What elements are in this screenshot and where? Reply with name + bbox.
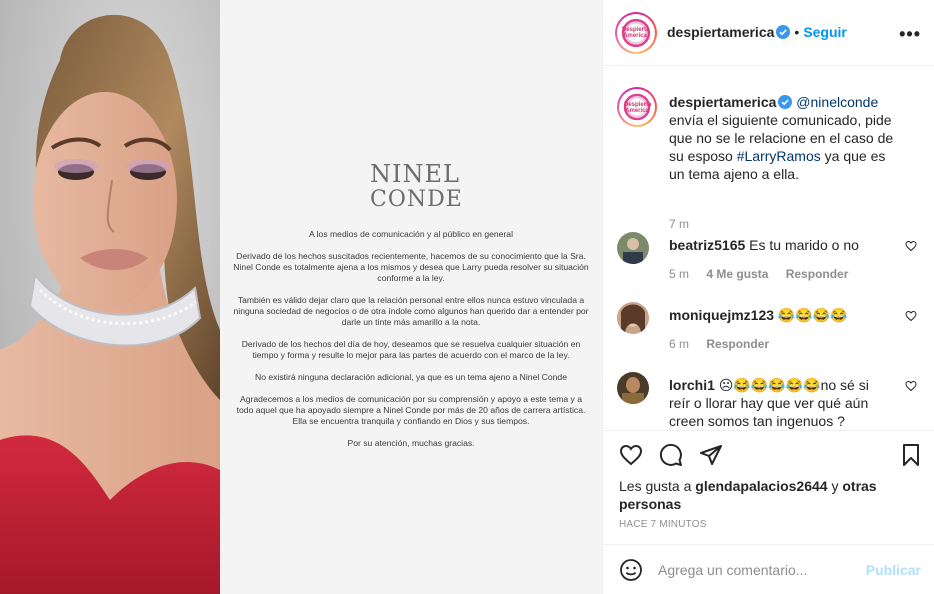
caption-timestamp[interactable]: 7 m [669,217,689,231]
hashtag-link[interactable]: #LarryRamos [737,148,821,164]
logo-line-1: NINEL [370,160,460,188]
comment-body: Es tu marido o no [749,237,859,253]
like-comment-heart-icon[interactable] [905,310,917,322]
mention-link[interactable]: @ninelconde [796,94,878,110]
like-comment-heart-icon[interactable] [905,380,917,392]
comment-text: moniquejmz123 😂😂😂😂 [669,306,889,324]
comment-likes[interactable]: 4 Me gusta [706,267,768,281]
reply-button[interactable]: Responder [786,267,849,281]
logo-line-2: CONDE [370,187,463,212]
comment-text: lorchi1 ☹😂😂😂😂😂no sé si reír o llorar hay… [669,376,889,429]
statement-text: A los medios de comunicación y al públic… [220,229,602,460]
caption-text: despiertamerica @ninelconde envía el sig… [669,93,897,183]
separator-dot: • [794,24,800,40]
commenter-username[interactable]: beatriz5165 [669,237,745,253]
likes-summary: Les gusta a glendapalacios2644 y otras p… [619,477,909,513]
statement-paragraph: Derivado de los hechos del día de hoy, d… [241,339,581,360]
post-actions: Les gusta a glendapalacios2644 y otras p… [603,430,934,540]
commenter-avatar[interactable] [617,372,649,404]
verified-badge-icon [776,25,791,39]
publish-button[interactable]: Publicar [866,562,921,578]
statement-paragraph: También es válido dejar claro que la rel… [233,295,589,327]
ninel-conde-logo: NINEL CONDE [370,160,463,220]
comment-body: 😂😂😂😂 [777,307,848,323]
add-comment-bar: Publicar [603,544,934,594]
commenter-username[interactable]: lorchi1 [669,377,715,393]
statement-document: NINEL CONDE A los medios de comunicación… [220,0,602,594]
statement-paragraph: Por su atención, muchas gracias. [347,438,475,448]
statement-paragraph: Agradecemos a los medios de comunicación… [236,394,586,426]
like-heart-icon[interactable] [619,443,643,467]
ninel-conde-photo [0,0,220,594]
comments-list[interactable]: Despierta America despiertamerica @ninel… [603,67,934,429]
like-comment-heart-icon[interactable] [905,240,917,252]
comment-bubble-icon[interactable] [659,443,683,467]
liker-username[interactable]: glendapalacios2644 [695,478,827,494]
author-username[interactable]: despiertamerica [667,24,774,40]
post-image[interactable]: NINEL CONDE A los medios de comunicación… [0,0,602,594]
reply-button[interactable]: Responder [706,337,769,351]
comment-meta: 5 m 4 Me gusta Responder [669,267,862,281]
comment-input[interactable] [658,559,868,581]
post-header: Despierta America despiertamerica • Seguir… [603,0,934,66]
statement-paragraph: Derivado de los hechos suscitados recien… [233,251,589,283]
post-details-panel: Despierta America despiertamerica • Seguir… [602,0,934,594]
comment-text: beatriz5165 Es tu marido o no [669,236,889,254]
statement-paragraph: A los medios de comunicación y al públic… [309,229,513,239]
author-avatar[interactable]: Despierta America [615,12,657,54]
portrait-illustration [0,0,220,594]
commenter-avatar[interactable] [617,302,649,334]
likes-and: y [831,478,839,494]
likes-prefix: Les gusta a [619,478,692,494]
statement-paragraph: No existirá ninguna declaración adiciona… [255,372,567,382]
save-bookmark-icon[interactable] [899,443,923,467]
post-timestamp[interactable]: HACE 7 MINUTOS [619,519,707,530]
caption-avatar[interactable]: Despierta America [617,87,657,127]
more-options-icon[interactable]: ••• [899,24,921,45]
caption-username[interactable]: despiertamerica [669,94,776,110]
comment-meta: 6 m Responder [669,337,783,351]
share-paper-plane-icon[interactable] [699,443,723,467]
comment-time[interactable]: 5 m [669,267,689,281]
comment-emoji: ☹😂😂😂😂😂 [718,377,821,393]
follow-button[interactable]: Seguir [803,24,847,40]
emoji-smile-icon[interactable] [619,558,643,582]
verified-badge-icon [778,95,793,109]
commenter-username[interactable]: moniquejmz123 [669,307,774,323]
comment-time[interactable]: 6 m [669,337,689,351]
commenter-avatar[interactable] [617,232,649,264]
